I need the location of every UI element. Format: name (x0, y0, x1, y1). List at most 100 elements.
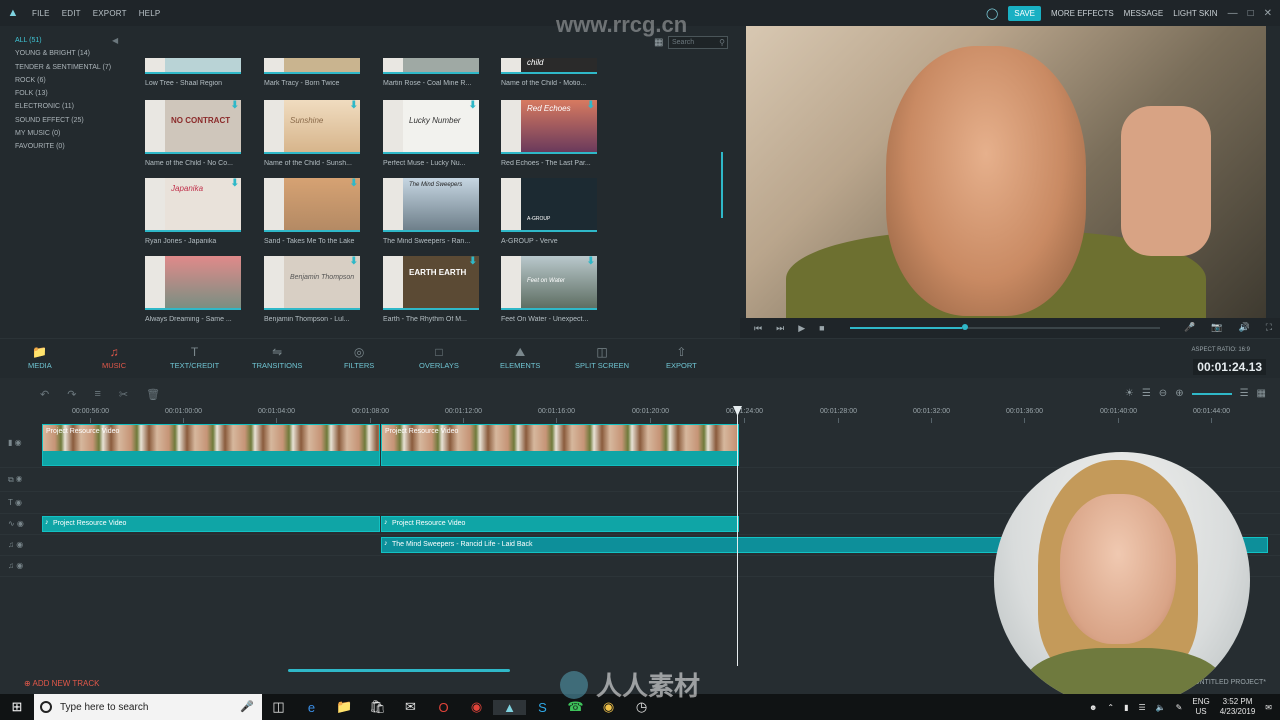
category-folk[interactable]: FOLK (13) (0, 87, 128, 100)
tab-split-screen[interactable]: ◫ SPLIT SCREEN (575, 345, 629, 370)
audio-mixer-icon[interactable]: ☰ (1142, 388, 1151, 399)
edge-browser-icon[interactable]: e (295, 700, 328, 715)
zoom-in-icon[interactable]: ⊕ (1175, 388, 1183, 399)
start-button-icon[interactable]: ⊞ (0, 699, 34, 715)
network-icon[interactable]: ☰ (1139, 703, 1146, 712)
tab-elements[interactable]: ⛰ ELEMENTS (500, 345, 540, 370)
category-all[interactable]: ALL (51) (0, 34, 128, 47)
video-clip[interactable]: Project Resource Video (42, 424, 380, 466)
category-favourite[interactable]: FAVOURITE (0) (0, 140, 128, 153)
zoom-out-icon[interactable]: ⊖ (1159, 388, 1167, 399)
taskbar-search-input[interactable]: Type here to search 🎤 (34, 694, 262, 720)
adjust-icon[interactable]: ≡ (94, 388, 100, 401)
snapshot-icon[interactable]: 📷 (1211, 322, 1222, 333)
task-view-icon[interactable]: ◫ (262, 699, 295, 715)
music-tile[interactable]: ⬇ Sand - Takes Me To the Lake (264, 178, 360, 245)
music-tile[interactable]: Low Tree - Shaal Region (145, 58, 241, 87)
opera-icon[interactable]: O (427, 700, 460, 715)
music-tile[interactable]: NO CONTRACT ⬇ Name of the Child - No Co..… (145, 100, 241, 167)
audio-clip[interactable]: Project Resource Video (42, 516, 380, 532)
microphone-icon[interactable]: 🎤 (1184, 322, 1195, 333)
collapse-panel-icon[interactable]: ◀ (112, 36, 118, 45)
language-indicator[interactable]: ENG US (1192, 697, 1209, 717)
music-tile[interactable]: EARTH EARTH ⬇ Earth - The Rhythm Of M... (383, 256, 479, 323)
close-icon[interactable]: ✕ (1264, 8, 1272, 19)
mail-icon[interactable]: ✉ (394, 699, 427, 715)
people-icon[interactable]: ☻ (1089, 703, 1097, 712)
music-tile[interactable]: Feet on Water ⬇ Feet On Water - Unexpect.… (501, 256, 597, 323)
music-tile[interactable]: Always Dreaming - Same ... (145, 256, 241, 323)
store-icon[interactable]: 🛍 (361, 699, 394, 715)
video-preview[interactable] (746, 26, 1266, 318)
stop-icon[interactable]: ■ (819, 323, 824, 333)
save-button[interactable]: SAVE (1008, 5, 1041, 21)
music-track-icon-2[interactable]: ♫ ◉ (8, 561, 36, 570)
video-editor-taskbar-icon[interactable]: ▲ (493, 699, 526, 715)
tab-text-credit[interactable]: T TEXT/CREDIT (170, 345, 219, 370)
video-clip[interactable]: Project Resource Video (381, 424, 739, 466)
system-clock[interactable]: 3:52 PM 4/23/2019 (1220, 697, 1256, 717)
zoom-slider[interactable] (1191, 392, 1232, 395)
music-tile[interactable]: A-GROUP A-GROUP - Verve (501, 178, 597, 245)
tab-filters[interactable]: ◎ FILTERS (344, 345, 374, 370)
music-tile[interactable]: Mark Tracy - Born Twice (264, 58, 360, 87)
menu-file[interactable]: FILE (26, 9, 56, 18)
music-track-icon[interactable]: ♫ ◉ (8, 540, 36, 549)
playhead[interactable] (737, 408, 738, 666)
category-tender[interactable]: TENDER & SENTIMENTAL (7) (0, 61, 128, 74)
tab-overlays[interactable]: □ OVERLAYS (419, 345, 459, 370)
skip-back-icon[interactable]: ⏮ (754, 323, 762, 334)
file-explorer-icon[interactable]: 📁 (328, 699, 361, 715)
grid-view-icon[interactable]: ▦ (1257, 388, 1266, 399)
undo-icon[interactable]: ↶ (40, 388, 49, 401)
grid-view-icon[interactable]: ▦ (654, 37, 663, 48)
tab-media[interactable]: 📁 MEDIA (28, 345, 52, 370)
time-ruler[interactable]: 00:00:56:00 00:01:00:00 00:01:04:00 00:0… (42, 406, 1272, 424)
fullscreen-icon[interactable]: ⛶ (1266, 322, 1272, 333)
redo-icon[interactable]: ↷ (67, 388, 76, 401)
tab-export[interactable]: ⇧ EXPORT (666, 345, 697, 370)
preview-seek-bar[interactable] (850, 324, 1160, 330)
text-track-icon[interactable]: T ◉ (8, 498, 36, 507)
audio-clip[interactable]: Project Resource Video (381, 516, 739, 532)
music-tile[interactable]: Red Echoes ⬇ Red Echoes - The Last Par... (501, 100, 597, 167)
screen-recorder-icon[interactable]: ◉ (460, 699, 493, 715)
menu-help[interactable]: HELP (133, 9, 167, 18)
tab-transitions[interactable]: ⇋ TRANSITIONS (252, 345, 302, 370)
battery-icon[interactable]: ▮ (1124, 703, 1128, 712)
pip-track-icon[interactable]: ⧉ ◉ (8, 475, 36, 485)
pen-icon[interactable]: ✎ (1176, 703, 1183, 712)
microphone-icon[interactable]: 🎤 (240, 700, 254, 713)
video-track-icon[interactable]: ▮ ◉ (8, 438, 36, 447)
light-skin-link[interactable]: LIGHT SKIN (1173, 9, 1217, 18)
category-young-bright[interactable]: YOUNG & BRIGHT (14) (0, 47, 128, 60)
skype-icon[interactable]: S (526, 700, 559, 715)
maximize-icon[interactable]: □ (1248, 8, 1254, 19)
menu-edit[interactable]: EDIT (56, 9, 87, 18)
category-my-music[interactable]: MY MUSIC (0) (0, 127, 128, 140)
play-icon[interactable]: ▶ (798, 323, 805, 334)
account-icon[interactable]: ◯ (986, 7, 998, 20)
volume-icon[interactable]: 🔊 (1238, 322, 1249, 333)
tray-chevron-icon[interactable]: ⌃ (1107, 703, 1114, 712)
add-new-track-button[interactable]: ⊕ ADD NEW TRACK (24, 679, 99, 688)
minimize-icon[interactable]: — (1228, 8, 1238, 19)
more-effects-link[interactable]: MORE EFFECTS (1051, 9, 1114, 18)
library-scrollbar[interactable] (721, 152, 723, 218)
category-rock[interactable]: ROCK (6) (0, 74, 128, 87)
music-tile[interactable]: Martin Rose - Coal Mine R... (383, 58, 479, 87)
message-link[interactable]: MESSAGE (1124, 9, 1164, 18)
category-electronic[interactable]: ELECTRONIC (11) (0, 100, 128, 113)
tab-music[interactable]: ♫ MUSIC (102, 345, 126, 370)
step-forward-icon[interactable]: ⏭ (776, 323, 784, 334)
cut-icon[interactable]: ✂ (119, 388, 128, 401)
timeline-scrollbar[interactable] (288, 669, 510, 672)
music-tile[interactable]: Sunshine ⬇ Name of the Child - Sunsh... (264, 100, 360, 167)
render-icon[interactable]: ☀ (1125, 388, 1134, 399)
menu-export[interactable]: EXPORT (87, 9, 133, 18)
delete-icon[interactable]: 🗑 (146, 388, 160, 401)
speaker-icon[interactable]: 🔈 (1156, 703, 1166, 712)
category-sound-effect[interactable]: SOUND EFFECT (25) (0, 114, 128, 127)
audio-track-icon[interactable]: ∿ ◉ (8, 519, 36, 528)
music-tile[interactable]: The Mind Sweepers The Mind Sweepers - Ra… (383, 178, 479, 245)
